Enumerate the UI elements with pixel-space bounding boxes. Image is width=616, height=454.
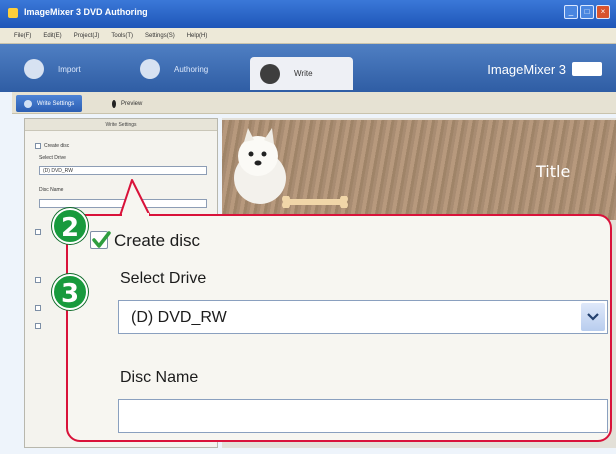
drive-dropdown-button[interactable] — [581, 303, 605, 331]
step-2-badge: 2 — [52, 208, 88, 244]
preview-icon — [112, 99, 116, 108]
menu-edit[interactable]: Edit(E) — [43, 33, 61, 39]
step-3-badge: 3 — [52, 274, 88, 310]
chevron-down-icon — [587, 313, 599, 321]
sub-toolbar: Write Settings Preview — [12, 92, 616, 114]
settings-panel-header: Write Settings — [25, 119, 217, 131]
menu-file[interactable]: File(F) — [14, 33, 31, 39]
option-row-3[interactable] — [35, 305, 41, 311]
disc-name-input-small[interactable] — [39, 199, 207, 208]
select-drive-label: Select Drive — [120, 270, 207, 287]
brand-logo: ImageMixer 3 — [487, 62, 566, 77]
tab-import[interactable]: Import — [24, 56, 81, 82]
dvd-menu-title: Title — [536, 162, 571, 181]
drive-select-small[interactable]: (D) DVD_RW — [39, 166, 207, 175]
create-disc-label-small: Create disc — [44, 143, 70, 149]
maximize-button[interactable]: □ — [580, 5, 594, 19]
disc-name-label: Disc Name — [120, 369, 199, 386]
subtab-write-settings-label: Write Settings — [37, 100, 75, 107]
tab-authoring-label: Authoring — [174, 64, 209, 74]
tab-authoring[interactable]: Authoring — [140, 56, 208, 82]
create-disc-label: Create disc — [114, 231, 200, 250]
window-controls: _ □ × — [564, 5, 610, 19]
write-icon — [260, 63, 280, 84]
window-title: ImageMixer 3 DVD Authoring — [24, 7, 148, 17]
checkmark-icon — [92, 231, 111, 248]
close-button[interactable]: × — [596, 5, 610, 19]
tab-write-label: Write — [294, 69, 313, 78]
disc-name-label-small: Disc Name — [39, 187, 64, 193]
dog-image — [234, 128, 286, 204]
bone-button-icon[interactable] — [280, 196, 350, 208]
minimize-button[interactable]: _ — [564, 5, 578, 19]
create-disc-checkbox[interactable] — [90, 231, 111, 249]
app-icon — [8, 8, 18, 18]
import-icon — [24, 59, 44, 79]
drive-select[interactable]: (D) DVD_RW — [118, 300, 608, 334]
tab-import-label: Import — [58, 64, 81, 74]
subtab-preview[interactable]: Preview — [104, 95, 150, 112]
option-row-1[interactable] — [35, 229, 41, 235]
subtab-preview-label: Preview — [121, 100, 143, 107]
write-settings-icon — [24, 99, 32, 108]
create-disc-checkbox-small[interactable] — [35, 143, 41, 149]
option-row-2[interactable] — [35, 277, 41, 283]
drive-select-value: (D) DVD_RW — [131, 309, 227, 326]
title-bar: ImageMixer 3 DVD Authoring _ □ × — [0, 0, 616, 28]
menu-project[interactable]: Project(J) — [74, 33, 100, 39]
option-row-4[interactable] — [35, 323, 41, 329]
option-checkbox-4[interactable] — [35, 323, 41, 329]
brand-badge-icon — [572, 62, 602, 76]
subtab-write-settings[interactable]: Write Settings — [16, 95, 83, 112]
disc-name-input[interactable] — [118, 399, 608, 433]
select-drive-label-small: Select Drive — [39, 155, 66, 161]
authoring-icon — [140, 59, 160, 79]
mode-toolbar: Import Authoring Write ImageMixer 3 — [0, 44, 616, 92]
option-checkbox-3[interactable] — [35, 305, 41, 311]
menu-help[interactable]: Help(H) — [187, 33, 208, 39]
app-window: ImageMixer 3 DVD Authoring _ □ × File(F)… — [0, 0, 616, 454]
option-checkbox-2[interactable] — [35, 277, 41, 283]
create-disc-row-small[interactable]: Create disc — [35, 143, 69, 149]
menu-bar: File(F) Edit(E) Project(J) Tools(T) Sett… — [0, 28, 616, 44]
option-checkbox-1[interactable] — [35, 229, 41, 235]
tab-write[interactable]: Write — [250, 57, 353, 90]
menu-tools[interactable]: Tools(T) — [111, 33, 133, 39]
menu-settings[interactable]: Settings(S) — [145, 33, 175, 39]
